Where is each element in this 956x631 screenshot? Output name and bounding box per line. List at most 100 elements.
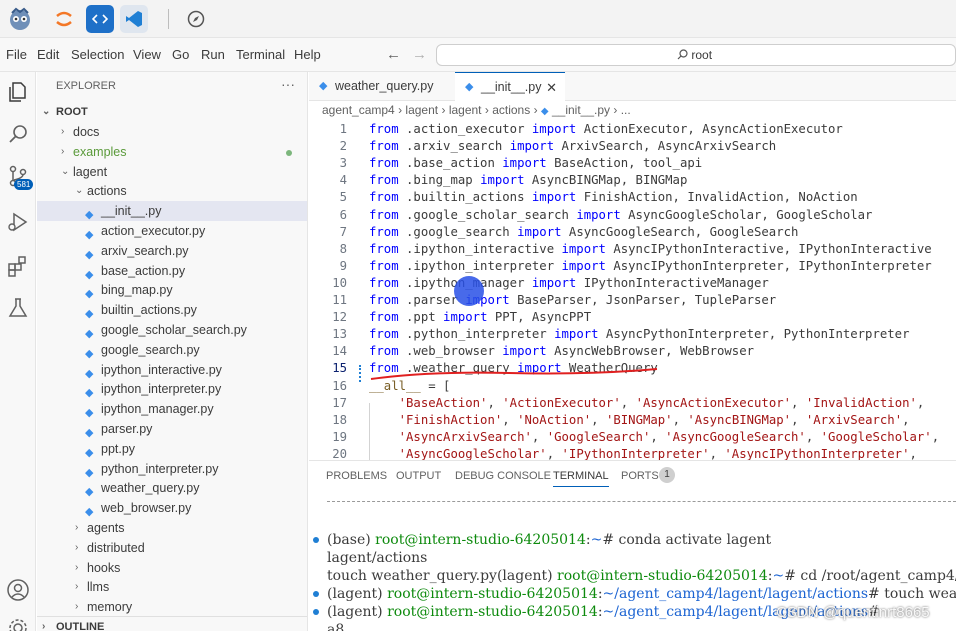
code-token: .ipython_interpreter (398, 258, 562, 273)
tree-item-label: action_executor.py (101, 224, 206, 238)
code-token: 'GoogleSearch' (546, 429, 651, 444)
code-token: from (369, 122, 399, 136)
back-arrow-icon[interactable]: ← (386, 46, 401, 63)
menu-run[interactable]: Run (201, 47, 225, 62)
tree-file[interactable]: ◆ bing_map.py (37, 280, 307, 300)
root-folder-header[interactable]: ⌄ ROOT (37, 102, 307, 122)
tree-folder[interactable]: › distributed (37, 538, 307, 558)
tab-output[interactable]: OUTPUT (396, 470, 441, 482)
tree-folder[interactable]: › memory (37, 597, 307, 617)
account-icon[interactable] (6, 578, 30, 602)
jupyter-icon[interactable] (50, 5, 78, 33)
breadcrumb-item[interactable]: __init__.py (552, 103, 610, 117)
code-editor[interactable]: 1 from .action_executor import ActionExec… (309, 120, 956, 460)
tree-file[interactable]: ◆ ipython_interactive.py (37, 360, 307, 380)
tree-file[interactable]: ◆ google_search.py (37, 340, 307, 360)
code-token: .google_search (398, 224, 518, 239)
tree-item-label: google_search.py (101, 342, 200, 357)
app-launcher-icon[interactable] (6, 5, 34, 33)
tree-folder[interactable]: ⌄ actions (37, 181, 307, 201)
breadcrumb-item[interactable]: actions (492, 103, 530, 117)
vscode-icon[interactable] (120, 5, 148, 33)
explorer-more-actions[interactable]: ··· (281, 76, 295, 92)
menu-edit[interactable]: Edit (37, 47, 59, 62)
tree-folder[interactable]: › agents (37, 518, 307, 538)
tree-file[interactable]: ◆ web_browser.py (37, 498, 307, 518)
code-editor-icon[interactable] (86, 5, 114, 33)
code-token: from (369, 207, 399, 222)
tree-folder[interactable]: › examples (37, 142, 307, 162)
chevron-down-icon: ⌄ (42, 106, 51, 117)
tree-file[interactable]: ◆ base_action.py (37, 261, 307, 281)
tree-folder[interactable]: › llms (37, 577, 307, 597)
breadcrumb: agent_camp4 › lagent › lagent › actions … (322, 103, 631, 121)
tab-terminal[interactable]: TERMINAL (553, 470, 609, 487)
tab-weather-query[interactable]: ◆ weather_query.py (309, 72, 453, 101)
tree-file[interactable]: ◆ parser.py (37, 419, 307, 439)
tree-file[interactable]: ◆ arxiv_search.py (37, 241, 307, 261)
tree-folder[interactable]: › docs (37, 122, 307, 142)
code-token: , (620, 395, 636, 410)
menu-help[interactable]: Help (294, 47, 321, 62)
terminal-token: root@intern-studio-64205014 (557, 568, 768, 584)
tree-file[interactable]: ◆ ipython_manager.py (37, 399, 307, 419)
code-text: from .action_executor import ActionExecu… (369, 121, 843, 138)
run-debug-icon[interactable] (6, 210, 30, 234)
menu-bar: File Edit Selection View Go Run Terminal… (0, 38, 956, 72)
code-token: , (791, 395, 806, 410)
tree-file[interactable]: ◆ builtin_actions.py (37, 300, 307, 320)
compass-icon[interactable] (182, 5, 210, 33)
code-token: 'AsyncGoogleScholar' (398, 446, 547, 460)
code-text: from .builtin_actions import FinishActio… (369, 189, 858, 206)
indent-guide (369, 403, 370, 460)
tree-file[interactable]: ◆ ipython_interpreter.py (37, 379, 307, 399)
code-token: 'IPythonInterpreter' (561, 446, 710, 460)
tab-label: weather_query.py (335, 79, 434, 93)
outline-section-header[interactable]: › OUTLINE (37, 616, 307, 631)
breadcrumb-item[interactable]: lagent (449, 103, 482, 117)
line-number: 1 (339, 122, 347, 136)
close-tab-icon[interactable]: ✕ (546, 73, 557, 102)
code-token: import (576, 207, 621, 222)
breadcrumb-item[interactable]: ... (621, 103, 631, 117)
terminal-token: ~ (590, 532, 603, 548)
tab-init[interactable]: ◆ __init__.py ✕ (455, 72, 565, 101)
source-control-badge: 581 (14, 179, 34, 190)
breadcrumb-item[interactable]: lagent (405, 103, 438, 117)
tab-ports[interactable]: PORTS (621, 470, 659, 482)
code-token: 'AsyncActionExecutor' (635, 395, 792, 410)
code-text: from .bing_map import AsyncBINGMap, BING… (369, 172, 687, 189)
tree-folder[interactable]: › hooks (37, 558, 307, 578)
manage-gear-icon[interactable] (6, 616, 30, 631)
terminal-text: (lagent) root@intern-studio-64205014:~/a… (327, 585, 956, 603)
menu-view[interactable]: View (133, 47, 161, 62)
command-center-search[interactable]: root (436, 44, 956, 66)
tree-file[interactable]: ◆ python_interpreter.py (37, 459, 307, 479)
tree-file[interactable]: ◆ weather_query.py (37, 478, 307, 498)
tree-folder[interactable]: ⌄ lagent (37, 162, 307, 182)
explorer-icon[interactable] (6, 80, 30, 104)
tree-file[interactable]: ◆ ppt.py (37, 439, 307, 459)
testing-flask-icon[interactable] (6, 296, 30, 320)
menu-file[interactable]: File (6, 47, 27, 62)
search-view-icon[interactable] (6, 122, 30, 146)
tree-file[interactable]: ◆ action_executor.py (37, 221, 307, 241)
line-number: 2 (339, 139, 347, 154)
tab-problems[interactable]: PROBLEMS (326, 470, 387, 482)
menu-selection[interactable]: Selection (71, 47, 124, 62)
forward-arrow-icon[interactable]: → (412, 46, 427, 63)
tree-file[interactable]: ◆ __init__.py (37, 201, 307, 222)
extensions-icon[interactable] (6, 254, 30, 278)
tree-item-label: memory (87, 600, 133, 615)
line-number: 17 (332, 395, 347, 410)
tab-debug-console[interactable]: DEBUG CONSOLE (455, 470, 551, 482)
tree-file[interactable]: ◆ google_scholar_search.py (37, 320, 307, 340)
terminal-token: a8 (327, 622, 345, 631)
taskbar (0, 0, 956, 38)
menu-go[interactable]: Go (172, 47, 189, 62)
code-token: import (502, 344, 547, 359)
line-number: 15 (332, 361, 347, 376)
terminal-token: (lagent) (327, 586, 388, 602)
breadcrumb-item[interactable]: agent_camp4 (322, 103, 395, 117)
menu-terminal[interactable]: Terminal (236, 47, 285, 62)
